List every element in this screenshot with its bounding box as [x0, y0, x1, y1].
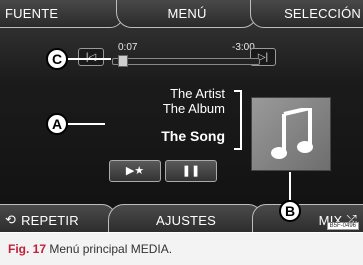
repetir-tab[interactable]: ⟲ REPETIR [0, 204, 116, 232]
album-cover [251, 97, 331, 171]
metadata-bracket [234, 90, 242, 150]
progress-bar[interactable] [112, 58, 260, 65]
media-screen: FUENTE MENÚ SELECCIÓN |◁ 0:07 -3:00 ▷| T… [0, 0, 363, 232]
callout-c-leader [67, 58, 111, 60]
callout-a: A [46, 113, 68, 135]
reference-code: B5F-0496 [326, 222, 359, 230]
repetir-label: REPETIR [21, 212, 79, 228]
artist-name: The Artist [170, 86, 225, 101]
fuente-tab[interactable]: FUENTE [0, 0, 124, 28]
elapsed-time: 0:07 [118, 42, 138, 53]
seleccion-tab[interactable]: SELECCIÓN [250, 0, 363, 28]
skip-prev-button[interactable]: |◁ [78, 48, 104, 66]
callout-c: C [46, 48, 68, 70]
ajustes-label: AJUSTES [156, 212, 216, 228]
ajustes-tab[interactable]: AJUSTES [108, 204, 264, 232]
caption-text: Menú principal MEDIA. [49, 242, 173, 256]
progress-thumb[interactable] [117, 55, 128, 67]
pause-icon: ❚❚ [181, 165, 201, 177]
callout-a-leader [67, 123, 105, 125]
callout-b: B [279, 200, 301, 222]
seleccion-label: SELECCIÓN [284, 5, 361, 21]
caption-label: Fig. 17 [8, 242, 47, 256]
album-name: The Album [162, 101, 225, 116]
fuente-label: FUENTE [5, 5, 59, 21]
figure-caption: Fig. 17 Menú principal MEDIA. [8, 242, 172, 256]
music-note-icon [271, 108, 313, 159]
menu-tab[interactable]: MENÚ [116, 0, 258, 28]
pause-button[interactable]: ❚❚ [165, 160, 217, 182]
play-favorite-icon: ▶★ [125, 165, 145, 177]
repeat-icon: ⟲ [5, 212, 17, 227]
callout-b-leader [289, 172, 291, 200]
song-title: The Song [161, 128, 225, 144]
play-favorite-button[interactable]: ▶★ [109, 160, 161, 182]
menu-label: MENÚ [167, 5, 207, 21]
